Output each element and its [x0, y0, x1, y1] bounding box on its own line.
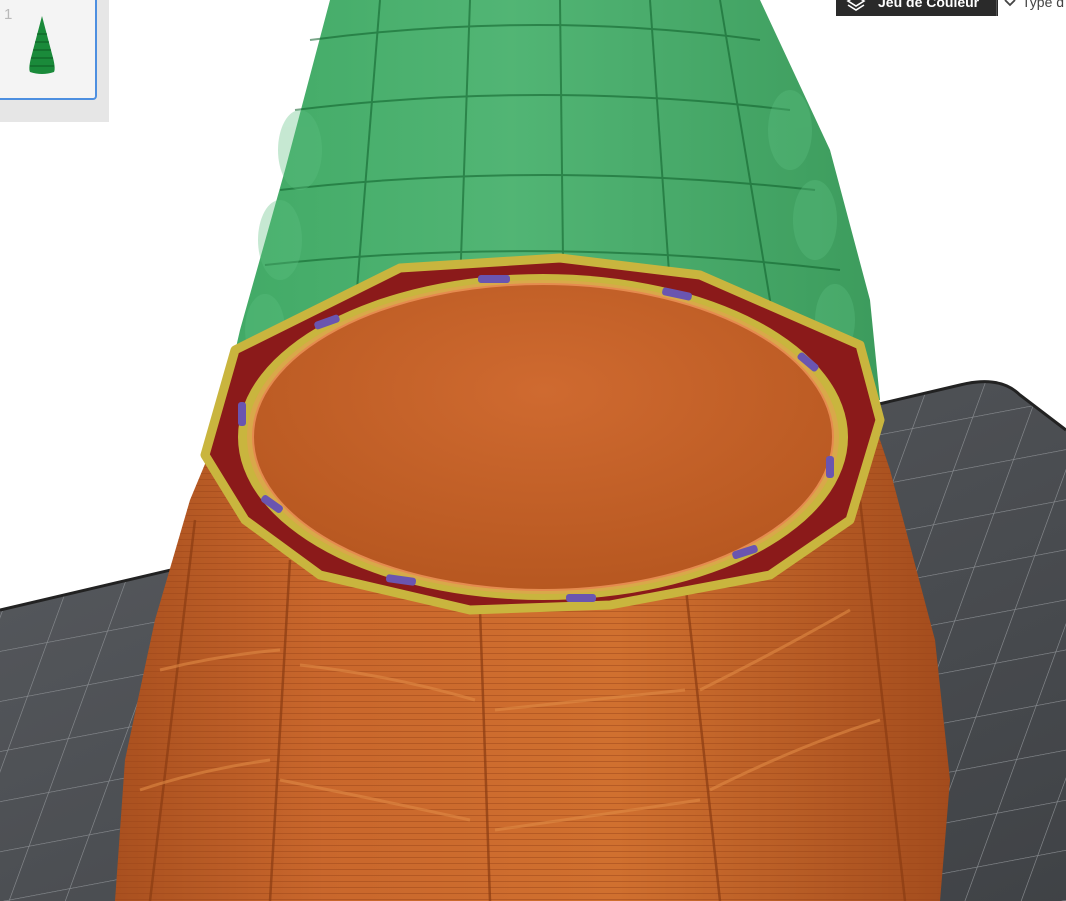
object-index: 1 [4, 6, 13, 23]
inner-wall [253, 284, 833, 590]
color-scheme-type: Type d [1022, 0, 1065, 10]
object-thumbnail[interactable]: 1 [0, 0, 97, 100]
divider [996, 0, 997, 16]
layers-icon [846, 0, 866, 11]
color-scheme-title: Jeu de Couleur [878, 0, 980, 10]
color-scheme-dropdown[interactable]: Type d [998, 0, 1066, 16]
cone-model-icon [29, 16, 55, 74]
color-scheme-bar: Jeu de Couleur Type d [836, 0, 1066, 16]
objects-panel: 1 [0, 0, 109, 122]
chevron-down-icon [1004, 0, 1016, 7]
3d-viewport[interactable] [0, 0, 1066, 901]
